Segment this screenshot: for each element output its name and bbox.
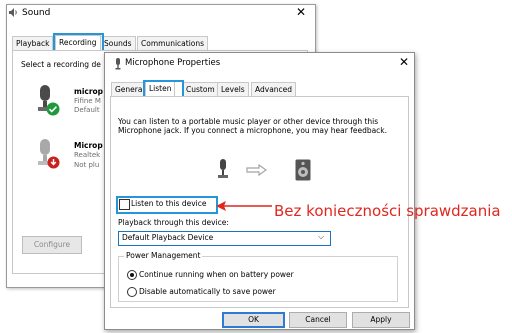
select-device-text: Select a recording de (21, 60, 101, 69)
playback-device-value: Default Playback Device (122, 233, 214, 242)
power-management-title: Power Management (124, 251, 203, 260)
chevron-down-icon[interactable]: ⌵ (318, 232, 324, 242)
tab-custom[interactable]: Custom (182, 82, 219, 97)
cancel-button[interactable]: Cancel (289, 312, 347, 328)
check-badge-icon (46, 102, 60, 116)
disable-automatically-label[interactable]: Disable automatically to save power (139, 287, 276, 296)
listen-to-device-label[interactable]: Listen to this device (131, 199, 206, 208)
configure-button[interactable]: Configure (22, 236, 82, 254)
sound-window-title: Sound (22, 8, 51, 18)
tab-communications[interactable]: Communications (137, 36, 209, 51)
continue-running-label[interactable]: Continue running when on battery power (139, 270, 294, 279)
speaker-icon (9, 8, 17, 17)
microphone-icon (218, 159, 228, 178)
apply-button[interactable]: Apply (352, 312, 410, 328)
unplugged-badge-icon (47, 156, 60, 169)
tab-sounds[interactable]: Sounds (100, 36, 136, 51)
listen-to-device-checkbox[interactable] (119, 199, 130, 210)
device-2-line2: Not plu (74, 161, 100, 169)
tab-advanced[interactable]: Advanced (251, 82, 297, 97)
device-1-line2: Default (74, 106, 100, 114)
device-1-name: microp (74, 87, 104, 96)
device-2-line1: Realtek (74, 151, 101, 159)
disable-automatically-radio[interactable] (127, 287, 137, 297)
device-2-name: Microp (74, 141, 103, 150)
speaker-box-icon (295, 159, 311, 181)
close-icon[interactable]: ✕ (399, 55, 409, 69)
microphone-icon (115, 58, 121, 70)
mic-window-title: Microphone Properties (125, 58, 221, 68)
playback-through-label: Playback through this device: (118, 218, 229, 227)
radio-selected-dot (130, 273, 134, 277)
tab-levels[interactable]: Levels (217, 82, 249, 97)
arrow-right-icon (246, 164, 268, 176)
ok-button[interactable]: OK (222, 312, 285, 328)
annotation-text: Bez konieczności sprawdzania (274, 202, 501, 220)
listen-description: You can listen to a portable music playe… (118, 117, 388, 135)
device-1-line1: Fifine M (74, 97, 101, 105)
tab-playback[interactable]: Playback (12, 36, 54, 51)
close-icon[interactable]: ✕ (296, 5, 306, 19)
annotation-arrow (216, 201, 272, 211)
